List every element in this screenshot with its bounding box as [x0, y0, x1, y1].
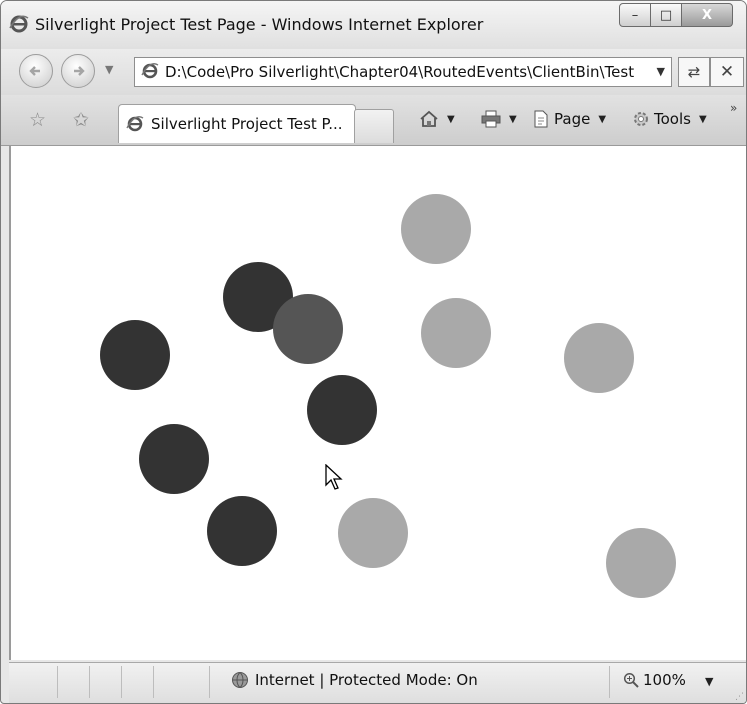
ellipse-shape[interactable] — [606, 528, 676, 598]
ellipse-shape[interactable] — [207, 496, 277, 566]
ellipse-shape[interactable] — [564, 323, 634, 393]
forward-button[interactable] — [61, 54, 95, 88]
home-button[interactable]: ▼ — [419, 110, 455, 128]
back-arrow-icon — [29, 66, 40, 76]
address-bar[interactable]: D:\Code\Pro Silverlight\Chapter04\Routed… — [134, 57, 672, 87]
home-icon — [420, 110, 438, 127]
ellipse-shape[interactable] — [338, 498, 408, 568]
tab-label: Silverlight Project Test P... — [151, 115, 343, 133]
maximize-button[interactable]: □ — [651, 3, 682, 27]
new-tab-button[interactable] — [354, 109, 394, 143]
browser-window: Silverlight Project Test Page - Windows … — [0, 0, 747, 704]
back-button[interactable] — [19, 54, 53, 88]
status-divider — [57, 666, 58, 698]
mouse-cursor-icon — [325, 464, 343, 490]
window-controls: – □ X — [619, 3, 733, 27]
tools-dropdown-icon[interactable]: ▼ — [699, 114, 707, 125]
page-menu-label: Page — [554, 110, 591, 128]
status-bar: Internet | Protected Mode: On 100% ▼ ⋰ — [9, 662, 746, 703]
address-text: D:\Code\Pro Silverlight\Chapter04\Routed… — [165, 63, 635, 81]
add-favorites-icon[interactable]: ✩ — [73, 109, 89, 131]
title-bar[interactable]: Silverlight Project Test Page - Windows … — [1, 1, 746, 49]
window-title: Silverlight Project Test Page - Windows … — [35, 15, 484, 34]
favorites-star-icon[interactable]: ☆ — [29, 109, 46, 131]
zoom-label: 100% — [643, 671, 686, 689]
printer-icon — [481, 110, 501, 128]
forward-arrow-icon — [74, 66, 85, 76]
zoom-icon — [623, 672, 639, 688]
security-zone-label: Internet | Protected Mode: On — [255, 671, 478, 689]
ellipse-shape[interactable] — [401, 194, 471, 264]
ie-logo-icon — [9, 15, 29, 33]
minimize-button[interactable]: – — [619, 3, 651, 27]
resize-grip-icon[interactable]: ⋰ — [735, 692, 744, 702]
tools-menu-label: Tools — [654, 110, 691, 128]
page-ie-icon — [141, 63, 159, 79]
close-button[interactable]: X — [682, 3, 733, 27]
gear-icon — [634, 112, 648, 126]
tools-menu[interactable]: Tools ▼ — [632, 110, 707, 128]
ellipse-shape[interactable] — [273, 294, 343, 364]
tab-silverlight-test[interactable]: Silverlight Project Test P... — [118, 104, 356, 143]
stop-button[interactable]: ✕ — [710, 57, 744, 87]
zoom-level[interactable]: 100% — [623, 671, 686, 689]
tab-bar: ☆ ✩ Silverlight Project Test P... ▼ ▼ Pa… — [1, 95, 746, 146]
zoom-dropdown-icon[interactable]: ▼ — [705, 675, 713, 688]
page-dropdown-icon[interactable]: ▼ — [598, 114, 606, 125]
page-menu[interactable]: Page ▼ — [532, 110, 606, 128]
status-divider — [121, 666, 122, 698]
navigation-bar: ▼ D:\Code\Pro Silverlight\Chapter04\Rout… — [1, 49, 746, 95]
tab-ie-icon — [126, 116, 144, 132]
recent-pages-dropdown[interactable]: ▼ — [105, 63, 113, 76]
globe-icon — [232, 672, 248, 688]
more-commands-icon[interactable]: » — [730, 101, 737, 115]
status-divider — [209, 666, 210, 698]
ellipse-shape[interactable] — [307, 375, 377, 445]
print-dropdown-icon[interactable]: ▼ — [509, 114, 517, 125]
ellipse-shape[interactable] — [421, 298, 491, 368]
status-divider — [153, 666, 154, 698]
address-dropdown-icon[interactable]: ▼ — [657, 65, 665, 78]
ellipse-shape[interactable] — [139, 424, 209, 494]
status-divider — [609, 666, 610, 698]
silverlight-canvas[interactable] — [9, 146, 746, 660]
print-button[interactable]: ▼ — [481, 110, 517, 128]
refresh-button[interactable]: ⇄ — [678, 57, 710, 87]
ellipse-shape[interactable] — [100, 320, 170, 390]
security-zone[interactable]: Internet | Protected Mode: On — [231, 671, 478, 689]
page-icon — [534, 110, 548, 128]
status-divider — [89, 666, 90, 698]
home-dropdown-icon[interactable]: ▼ — [447, 114, 455, 125]
